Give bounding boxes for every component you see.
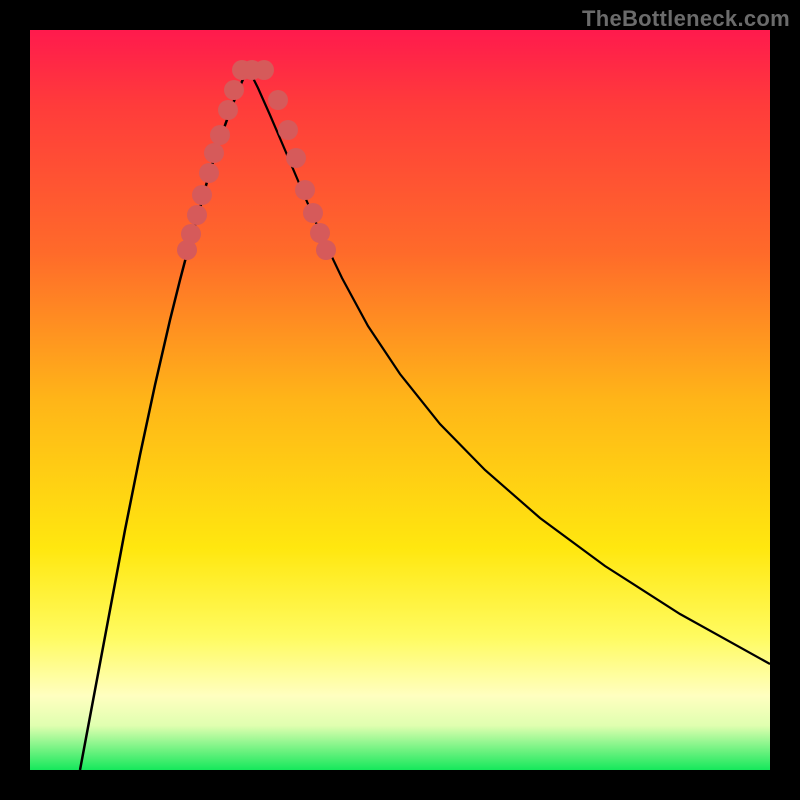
marker-dot: [295, 180, 315, 200]
marker-dot: [286, 148, 306, 168]
marker-dot: [316, 240, 336, 260]
marker-dot: [224, 80, 244, 100]
marker-dot: [310, 223, 330, 243]
marker-dot: [303, 203, 323, 223]
marker-group: [177, 60, 336, 260]
marker-dot: [254, 60, 274, 80]
marker-dot: [278, 120, 298, 140]
marker-dot: [199, 163, 219, 183]
marker-dot: [187, 205, 207, 225]
marker-dot: [268, 90, 288, 110]
left-curve: [80, 68, 248, 770]
marker-dot: [218, 100, 238, 120]
marker-dot: [192, 185, 212, 205]
marker-dot: [204, 143, 224, 163]
chart-svg: [0, 0, 800, 800]
marker-dot: [181, 224, 201, 244]
right-curve: [248, 68, 770, 664]
marker-dot: [210, 125, 230, 145]
